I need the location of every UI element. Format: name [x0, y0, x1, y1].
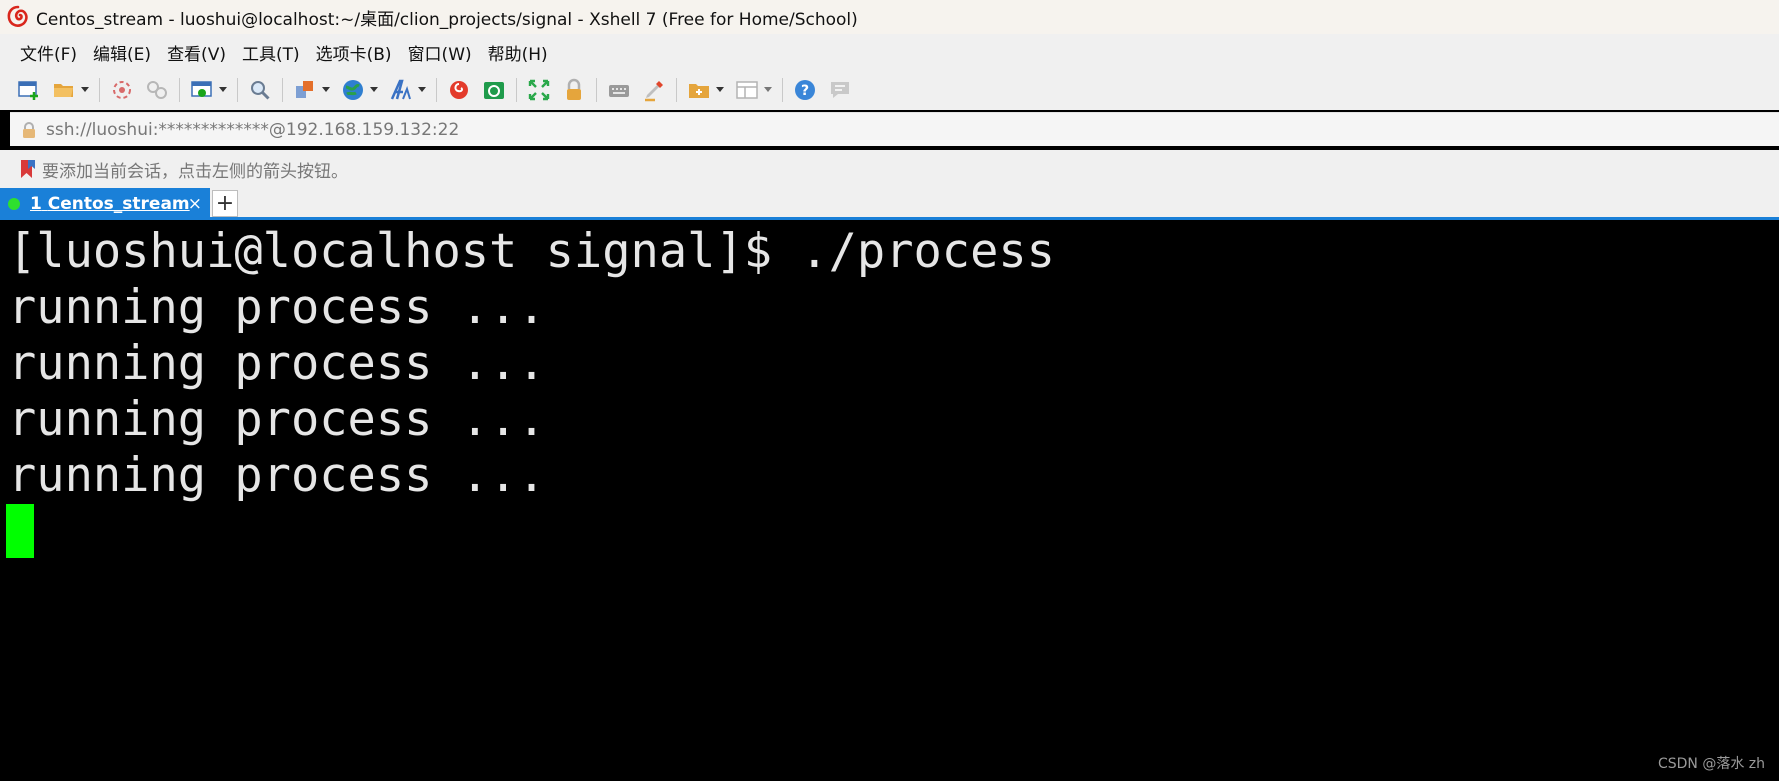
- terminal-line: running process ...: [8, 336, 546, 391]
- chevron-down-icon[interactable]: [715, 77, 725, 103]
- new-session-icon[interactable]: [16, 77, 42, 103]
- font-icon[interactable]: [388, 77, 414, 103]
- toolbar-divider: [436, 78, 437, 102]
- terminal-cursor: [6, 504, 34, 558]
- address-bar[interactable]: ssh://luoshui:*************@192.168.159.…: [10, 112, 1779, 146]
- menu-edit[interactable]: 编辑(E): [93, 40, 151, 65]
- add-tab-icon[interactable]: [686, 77, 712, 103]
- toolbar: ?: [0, 70, 1779, 110]
- properties-icon[interactable]: [189, 77, 215, 103]
- xshell-logo-icon: [7, 5, 28, 27]
- menu-tools[interactable]: 工具(T): [242, 40, 300, 65]
- toolbar-divider: [596, 78, 597, 102]
- highlight-icon[interactable]: [641, 77, 667, 103]
- help-icon[interactable]: ?: [792, 77, 818, 103]
- toolbar-divider: [179, 78, 180, 102]
- xftp-icon[interactable]: [481, 77, 507, 103]
- menu-help[interactable]: 帮助(H): [488, 40, 548, 65]
- terminal-line: [luoshui@localhost signal]$ ./process: [8, 224, 1055, 279]
- reconnect-icon[interactable]: [144, 77, 170, 103]
- keyboard-icon[interactable]: [606, 77, 632, 103]
- terminal-line: running process ...: [8, 280, 546, 335]
- session-hint-bar: 要添加当前会话，点击左侧的箭头按钮。: [0, 150, 1779, 188]
- globe-icon[interactable]: [340, 77, 366, 103]
- terminal-line: running process ...: [8, 448, 546, 503]
- chevron-down-icon[interactable]: [417, 77, 427, 103]
- lock-icon[interactable]: [561, 77, 587, 103]
- svg-text:?: ?: [801, 83, 809, 99]
- menu-window[interactable]: 窗口(W): [408, 40, 472, 65]
- close-icon[interactable]: ×: [188, 194, 202, 214]
- toolbar-divider: [282, 78, 283, 102]
- layout-icon[interactable]: [734, 77, 760, 103]
- menu-bar: 文件(F) 编辑(E) 查看(V) 工具(T) 选项卡(B) 窗口(W) 帮助(…: [0, 34, 1779, 70]
- tab-centos-stream[interactable]: 1 Centos_stream ×: [0, 188, 210, 220]
- watermark: CSDN @落水 zh: [1657, 756, 1765, 772]
- menu-file[interactable]: 文件(F): [20, 40, 77, 65]
- title-bar: Centos_stream - luoshui@localhost:~/桌面/c…: [0, 0, 1779, 34]
- chevron-down-icon[interactable]: [218, 77, 228, 103]
- window-title: Centos_stream - luoshui@localhost:~/桌面/c…: [36, 9, 858, 30]
- transfer-icon[interactable]: [292, 77, 318, 103]
- lock-icon: [23, 121, 35, 138]
- terminal-line: running process ...: [8, 392, 546, 447]
- fullscreen-icon[interactable]: [526, 77, 552, 103]
- menu-view[interactable]: 查看(V): [167, 40, 226, 65]
- chevron-down-icon[interactable]: [763, 77, 773, 103]
- xshell-icon[interactable]: [446, 77, 472, 103]
- new-tab-button[interactable]: +: [212, 190, 238, 217]
- toolbar-divider: [99, 78, 100, 102]
- chevron-down-icon[interactable]: [369, 77, 379, 103]
- chevron-down-icon[interactable]: [321, 77, 331, 103]
- tab-label: 1 Centos_stream: [30, 194, 190, 214]
- terminal[interactable]: [luoshui@localhost signal]$ ./process ru…: [0, 223, 1779, 781]
- open-folder-icon[interactable]: [51, 77, 77, 103]
- chat-icon[interactable]: [827, 77, 853, 103]
- hint-text: 要添加当前会话，点击左侧的箭头按钮。: [42, 161, 348, 182]
- menu-tabs[interactable]: 选项卡(B): [316, 40, 392, 65]
- toolbar-divider: [782, 78, 783, 102]
- find-icon[interactable]: [247, 77, 273, 103]
- bookmark-arrow-icon[interactable]: [20, 159, 36, 179]
- connection-status-icon: [8, 198, 20, 210]
- toolbar-divider: [516, 78, 517, 102]
- disconnect-icon[interactable]: [109, 77, 135, 103]
- address-value[interactable]: ssh://luoshui:*************@192.168.159.…: [46, 120, 459, 140]
- chevron-down-icon[interactable]: [80, 77, 90, 103]
- tab-bar: 1 Centos_stream × +: [0, 188, 1779, 220]
- toolbar-divider: [237, 78, 238, 102]
- toolbar-divider: [676, 78, 677, 102]
